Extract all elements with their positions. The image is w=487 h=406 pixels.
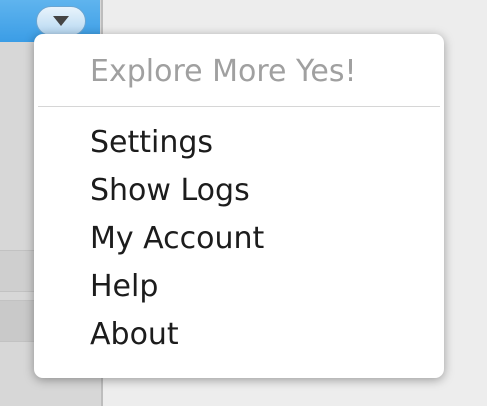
menu-separator bbox=[38, 106, 440, 107]
dropdown-toggle-button[interactable] bbox=[36, 6, 86, 36]
menu-item-my-account[interactable]: My Account bbox=[34, 215, 444, 263]
menu-item-about[interactable]: About bbox=[34, 311, 444, 359]
menu-item-settings[interactable]: Settings bbox=[34, 119, 444, 167]
menu-item-show-logs[interactable]: Show Logs bbox=[34, 167, 444, 215]
menu-header: Explore More Yes! bbox=[90, 54, 357, 89]
app-window: Explore More Yes! Settings Show Logs My … bbox=[0, 0, 487, 406]
chevron-down-icon bbox=[53, 16, 69, 26]
dropdown-menu: Explore More Yes! Settings Show Logs My … bbox=[34, 34, 444, 378]
menu-item-help[interactable]: Help bbox=[34, 263, 444, 311]
